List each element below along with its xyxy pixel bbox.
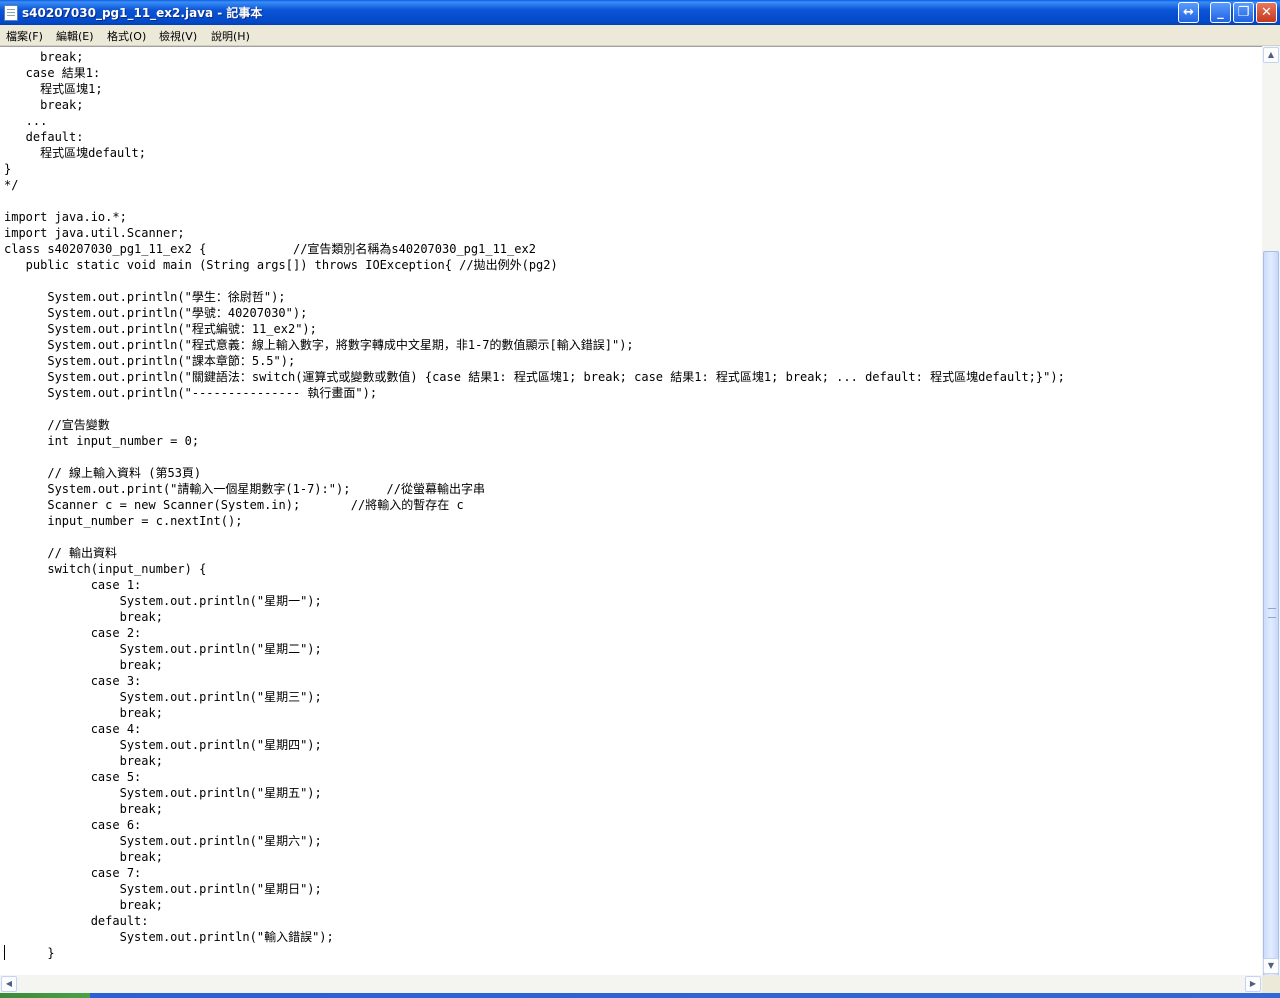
code-line: case 7:	[4, 866, 142, 880]
vertical-scrollbar[interactable]: ▲ ▼	[1262, 46, 1280, 976]
maximize-button[interactable]: ❐	[1233, 2, 1254, 23]
code-line: 程式區塊1;	[4, 82, 103, 96]
code-line: public static void main (String args[]) …	[4, 258, 558, 272]
text-editor[interactable]: break; case 結果1: 程式區塊1; break; ... defau…	[0, 46, 1262, 976]
scroll-right-arrow-icon[interactable]: ▶	[1245, 976, 1261, 992]
code-line: */	[4, 178, 19, 192]
code-line: System.out.print("請輸入一個星期數字(1-7):"); //從…	[4, 482, 485, 496]
menu-format[interactable]: 格式(O)	[107, 28, 146, 44]
code-line: int input_number = 0;	[4, 434, 200, 448]
code-line: break;	[4, 50, 84, 64]
code-line: case 4:	[4, 722, 142, 736]
scroll-down-arrow-icon[interactable]: ▼	[1263, 958, 1279, 974]
code-line: System.out.println("--------------- 執行畫面…	[4, 386, 378, 400]
code-line: break;	[4, 754, 163, 768]
code-line: System.out.println("程式編號：11_ex2");	[4, 322, 317, 336]
code-line: System.out.println("課本章節：5.5");	[4, 354, 296, 368]
code-line: default:	[4, 130, 84, 144]
scrollbar-corner	[1262, 975, 1280, 993]
horizontal-scrollbar[interactable]: ◀ ▶	[0, 975, 1262, 993]
code-line: break;	[4, 610, 163, 624]
code-line: System.out.println("星期五");	[4, 786, 322, 800]
code-line: case 3:	[4, 674, 142, 688]
code-line: break;	[4, 706, 163, 720]
code-line: System.out.println("星期日");	[4, 882, 322, 896]
title-bar[interactable]: s40207030_pg1_11_ex2.java - 記事本 ↔ _ ❐ ✕	[0, 0, 1280, 25]
scroll-left-arrow-icon[interactable]: ◀	[1, 976, 17, 992]
menu-file[interactable]: 檔案(F)	[6, 28, 43, 44]
resize-button[interactable]: ↔	[1178, 2, 1199, 23]
code-line: ...	[4, 114, 48, 128]
vertical-scroll-thumb[interactable]	[1263, 251, 1279, 976]
code-line: Scanner c = new Scanner(System.in); //將輸…	[4, 498, 464, 512]
code-line: System.out.println("關鍵語法：switch(運算式或變數或數…	[4, 370, 1065, 384]
notepad-icon[interactable]	[4, 5, 18, 21]
menu-help[interactable]: 說明(H)	[211, 28, 250, 44]
code-line: case 2:	[4, 626, 142, 640]
code-line: System.out.println("星期二");	[4, 642, 322, 656]
code-line: import java.io.*;	[4, 210, 127, 224]
code-line: case 6:	[4, 818, 142, 832]
code-line: break;	[4, 658, 163, 672]
scroll-grip-icon	[1268, 608, 1276, 618]
code-line: break;	[4, 850, 163, 864]
code-line: }	[4, 946, 55, 960]
code-line: System.out.println("學號：40207030");	[4, 306, 308, 320]
code-line: import java.util.Scanner;	[4, 226, 185, 240]
code-line: System.out.println("輸入錯誤");	[4, 930, 334, 944]
code-line: }	[4, 162, 12, 176]
code-line: System.out.println("星期一");	[4, 594, 322, 608]
window-title: s40207030_pg1_11_ex2.java - 記事本	[22, 6, 263, 20]
close-button[interactable]: ✕	[1256, 2, 1277, 23]
code-line: System.out.println("程式意義：線上輸入數字，將數字轉成中文星…	[4, 338, 634, 352]
code-line: case 5:	[4, 770, 142, 784]
code-line: case 結果1:	[4, 66, 101, 80]
menu-edit[interactable]: 編輯(E)	[56, 28, 94, 44]
taskbar-edge	[0, 993, 1280, 998]
code-line: switch(input_number) {	[4, 562, 207, 576]
code-line: System.out.println("學生：徐尉哲");	[4, 290, 286, 304]
scroll-up-arrow-icon[interactable]: ▲	[1263, 47, 1279, 63]
code-line: break;	[4, 898, 163, 912]
menu-bar: 檔案(F) 編輯(E) 格式(O) 檢視(V) 說明(H)	[0, 25, 1280, 46]
code-line: class s40207030_pg1_11_ex2 { //宣告類別名稱為s4…	[4, 242, 536, 256]
code-line: // 輸出資料	[4, 546, 118, 560]
code-line: System.out.println("星期三");	[4, 690, 322, 704]
code-line: default:	[4, 914, 149, 928]
code-line: break;	[4, 802, 163, 816]
code-line: break;	[4, 98, 84, 112]
code-line: System.out.println("星期四");	[4, 738, 322, 752]
code-line: case 1:	[4, 578, 142, 592]
menu-view[interactable]: 檢視(V)	[159, 28, 197, 44]
code-line: // 線上輸入資料 (第53頁)	[4, 466, 202, 480]
code-line: //宣告變數	[4, 418, 110, 432]
code-line: System.out.println("星期六");	[4, 834, 322, 848]
code-line: 程式區塊default;	[4, 146, 146, 160]
code-line: input_number = c.nextInt();	[4, 514, 243, 528]
minimize-button[interactable]: _	[1210, 2, 1231, 23]
